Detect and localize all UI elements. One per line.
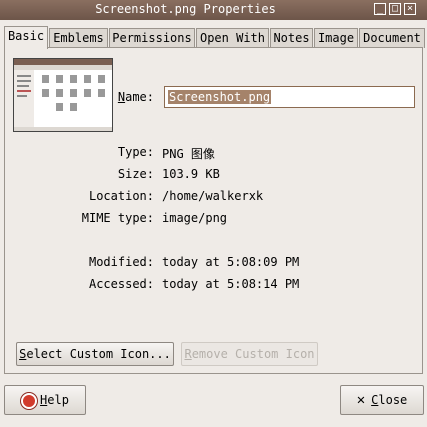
remove-custom-icon-button[interactable]: Remove Custom Icon (181, 342, 318, 366)
window-title: Screenshot.png Properties (95, 2, 276, 16)
tab-basic[interactable]: Basic (4, 26, 48, 49)
modified-value: today at 5:08:09 PM (162, 255, 300, 269)
accessed-value: today at 5:08:14 PM (162, 277, 300, 291)
size-value: 103.9 KB (162, 167, 220, 181)
accessed-label: Accessed: (88, 277, 154, 291)
minimize-icon[interactable]: _ (374, 3, 386, 15)
title-bar[interactable]: Screenshot.png Properties _ □ × (0, 0, 427, 20)
location-label: Location: (88, 189, 154, 203)
maximize-icon[interactable]: □ (389, 3, 401, 15)
tab-permissions[interactable]: Permissions (109, 28, 195, 48)
size-label: Size: (117, 167, 154, 181)
tab-open-with[interactable]: Open With (196, 28, 269, 48)
tab-bar: Basic Emblems Permissions Open With Note… (4, 26, 425, 49)
name-input[interactable]: Screenshot.png (164, 86, 415, 108)
close-button[interactable]: ✕ Close (340, 385, 424, 415)
type-value: PNG 图像 (162, 147, 215, 161)
mime-type-value: image/png (162, 211, 228, 225)
name-label: Name: (117, 90, 154, 104)
tab-emblems[interactable]: Emblems (49, 28, 108, 48)
tab-image[interactable]: Image (314, 28, 358, 48)
type-label: Type: (117, 145, 154, 159)
location-value: /home/walkerxk (162, 189, 264, 203)
mime-type-label: MIME type: (81, 211, 154, 225)
help-button[interactable]: Help (4, 385, 86, 415)
close-icon[interactable]: × (404, 3, 416, 15)
modified-label: Modified: (88, 255, 154, 269)
close-x-icon: ✕ (356, 392, 366, 408)
tab-notes[interactable]: Notes (270, 28, 313, 48)
name-input-value[interactable]: Screenshot.png (168, 90, 272, 104)
help-icon (21, 392, 38, 409)
select-custom-icon-button[interactable]: Select Custom Icon... (16, 342, 174, 366)
tab-document[interactable]: Document (359, 28, 425, 48)
